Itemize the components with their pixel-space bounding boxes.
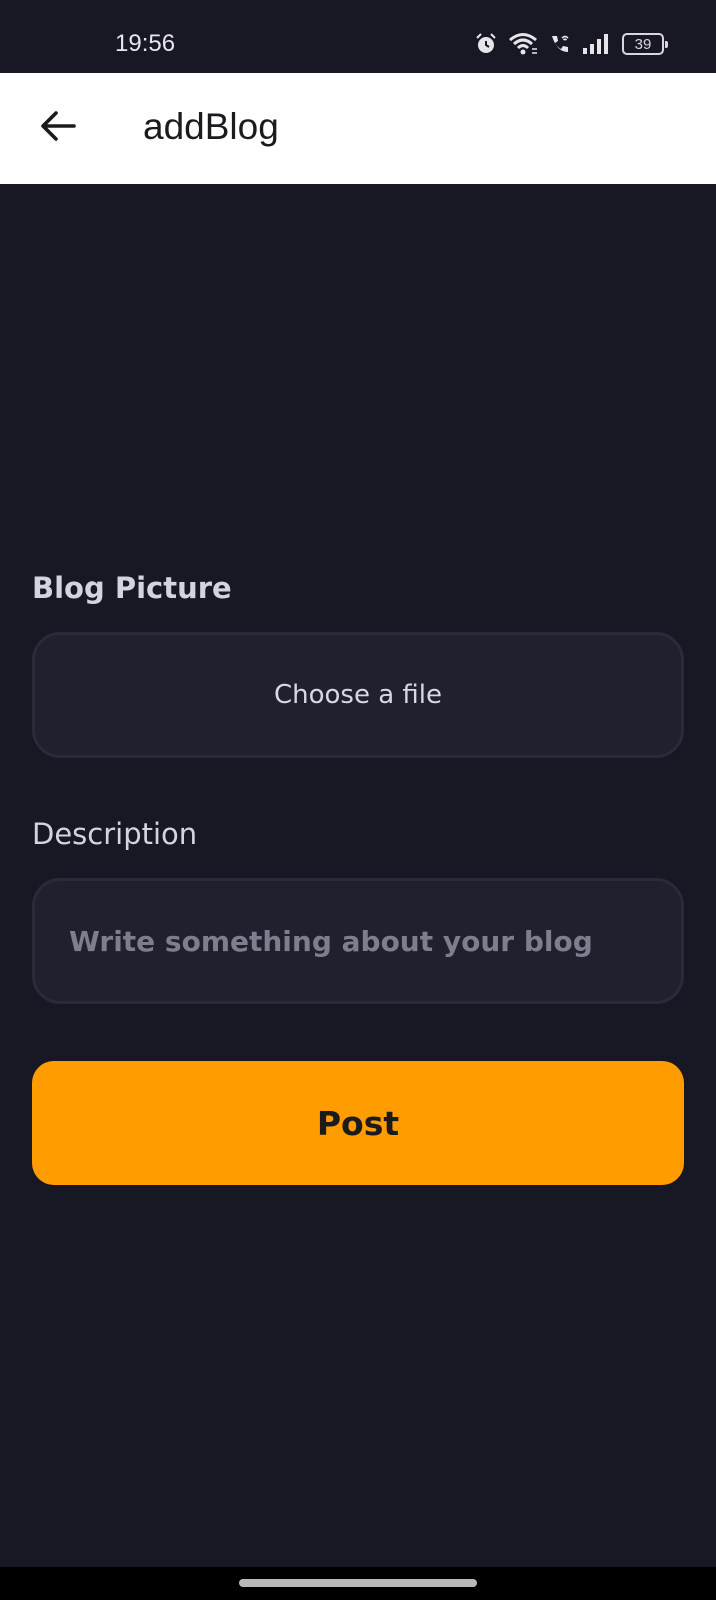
status-bar: 19:56 39 [0, 0, 716, 73]
back-button[interactable] [28, 98, 88, 158]
arrow-left-icon [40, 110, 76, 146]
alarm-icon [474, 32, 498, 56]
wifi-call-icon [548, 32, 572, 56]
status-time: 19:56 [115, 30, 176, 57]
description-field [32, 878, 684, 1004]
navigation-bar [0, 1567, 716, 1600]
add-blog-screen: 19:56 39 addBlog Blog Picture Choose a f… [0, 0, 716, 1600]
signal-icon [582, 33, 612, 55]
post-button[interactable]: Post [32, 1061, 684, 1185]
wifi-icon [508, 32, 538, 56]
description-input[interactable] [35, 881, 681, 1001]
blog-picture-label: Blog Picture [32, 571, 232, 605]
app-bar: addBlog [0, 73, 716, 184]
choose-file-button[interactable]: Choose a file [32, 632, 684, 758]
description-label: Description [32, 817, 198, 851]
home-gesture-handle[interactable] [239, 1579, 477, 1587]
status-icons: 39 [474, 32, 668, 56]
choose-file-label: Choose a file [273, 680, 443, 710]
page-title: addBlog [143, 106, 279, 147]
battery-icon: 39 [622, 33, 668, 55]
